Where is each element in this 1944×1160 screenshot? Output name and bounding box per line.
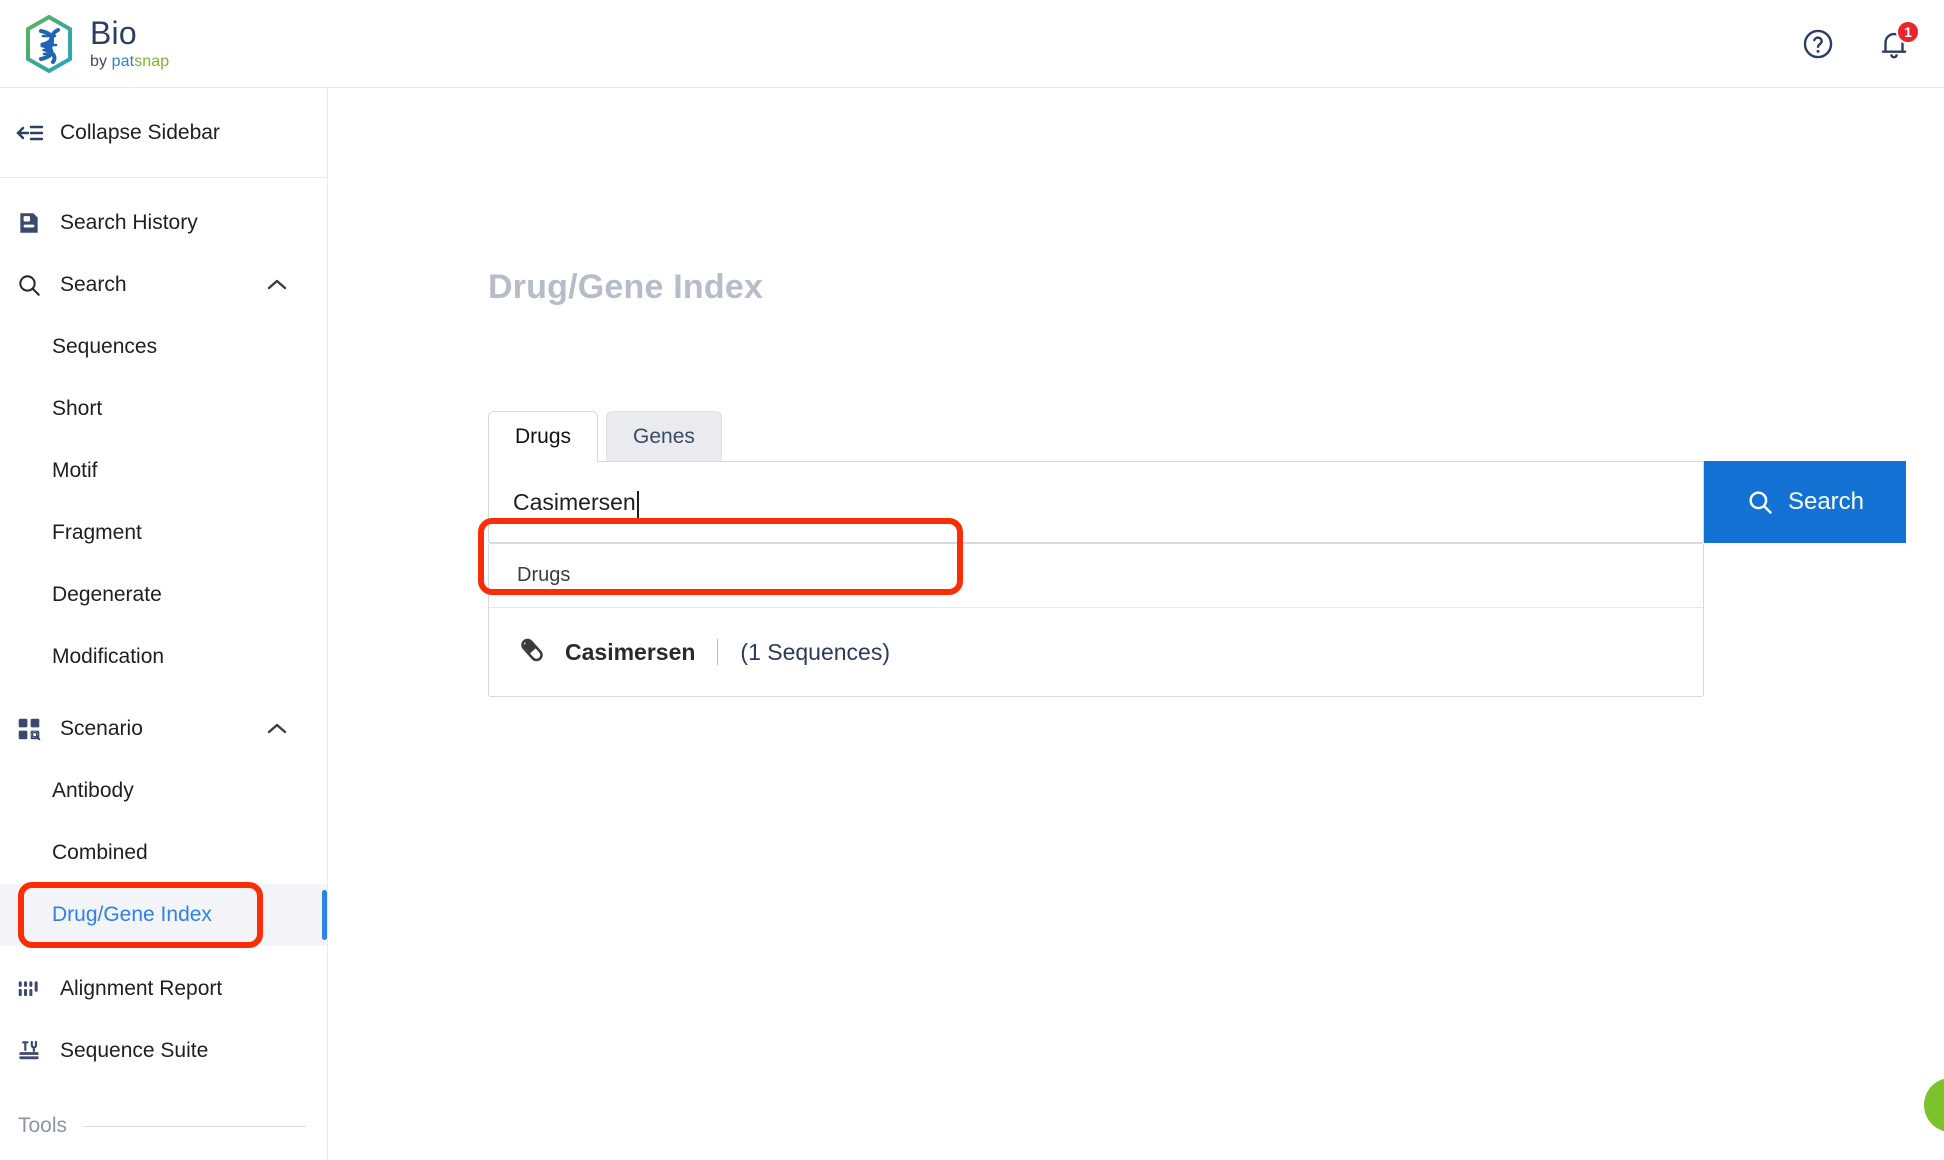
brand-text: Bio by patsnap — [90, 17, 169, 70]
help-circle-icon — [1803, 29, 1833, 58]
sidebar: Collapse Sidebar Search History Search S… — [0, 88, 328, 1160]
brand-by: by — [90, 53, 112, 70]
text-caret — [636, 491, 639, 519]
collapse-sidebar-icon — [14, 121, 44, 145]
chevron-up-icon[interactable] — [265, 721, 289, 737]
sidebar-item-label: Drug/Gene Index — [52, 903, 212, 926]
search-input-value: Casimersen — [513, 488, 636, 515]
sidebar-item-label: Degenerate — [52, 583, 162, 606]
sidebar-group-label: Scenario — [60, 717, 143, 740]
sidebar-group-scenario[interactable]: Scenario — [0, 698, 327, 760]
grid-search-icon — [14, 716, 44, 742]
sidebar-item-label: Short — [52, 397, 103, 420]
notification-badge: 1 — [1896, 19, 1920, 44]
top-bar: Bio by patsnap 1 — [0, 0, 1944, 88]
sidebar-group-label: Search — [60, 273, 127, 296]
sidebar-item-alignment-report[interactable]: Alignment Report — [0, 958, 327, 1020]
sidebar-item-label: Combined — [52, 841, 148, 864]
collapse-sidebar-label: Collapse Sidebar — [60, 120, 220, 144]
suggestion-name: Casimersen — [565, 638, 696, 665]
tools-section-divider: Tools — [0, 1114, 328, 1138]
sidebar-item-label: Antibody — [52, 779, 134, 802]
search-button-label: Search — [1787, 488, 1865, 515]
sidebar-item-antibody[interactable]: Antibody — [0, 760, 327, 822]
notifications-button[interactable]: 1 — [1874, 19, 1920, 64]
sidebar-item-label: Sequence Suite — [60, 1039, 209, 1062]
sidebar-item-short[interactable]: Short — [0, 378, 327, 440]
brand-pat: pat — [111, 53, 135, 70]
sidebar-item-search-history[interactable]: Search History — [0, 192, 327, 254]
sidebar-item-motif[interactable]: Motif — [0, 440, 327, 502]
suggestions-dropdown: Drugs Casimersen (1 Sequences) — [488, 543, 1704, 697]
pill-capsule-icon — [517, 635, 547, 670]
sidebar-item-label: Alignment Report — [60, 977, 223, 1000]
toolbox-icon — [14, 1038, 44, 1064]
sidebar-nav: Search History Search Sequences Short Mo… — [0, 178, 327, 1082]
chevron-up-icon[interactable] — [265, 277, 289, 293]
sidebar-item-sequences[interactable]: Sequences — [0, 316, 327, 378]
sidebar-item-sequence-suite[interactable]: Sequence Suite — [0, 1020, 327, 1082]
tools-label: Tools — [18, 1114, 68, 1137]
search-input[interactable]: Casimersen — [488, 461, 1704, 543]
tab-drugs[interactable]: Drugs — [488, 411, 599, 462]
magnifier-icon — [14, 272, 44, 298]
search-icon — [1749, 491, 1772, 514]
brand-logo-block[interactable]: Bio by patsnap — [22, 14, 169, 74]
sidebar-item-drug-gene-index[interactable]: Drug/Gene Index — [0, 884, 327, 946]
chat-widget-bubble[interactable] — [1924, 1078, 1944, 1132]
sidebar-item-degenerate[interactable]: Degenerate — [0, 564, 327, 626]
tab-bar: Drugs Genes — [488, 411, 722, 462]
collapse-sidebar-button[interactable]: Collapse Sidebar — [0, 88, 327, 178]
sidebar-item-label: Fragment — [52, 521, 142, 544]
tab-genes[interactable]: Genes — [606, 411, 722, 461]
brand-subtitle: by patsnap — [90, 54, 169, 70]
sidebar-item-label: Modification — [52, 645, 165, 668]
suggestion-separator — [717, 639, 719, 665]
search-row: Casimersen Search — [488, 461, 1906, 543]
dna-hexagon-logo-icon — [26, 14, 72, 73]
tab-label: Genes — [633, 424, 695, 448]
topbar-actions: 1 — [1798, 19, 1920, 64]
sidebar-item-modification[interactable]: Modification — [0, 626, 327, 688]
suggestions-group-label: Drugs — [489, 544, 1703, 608]
suggestion-count: (1 Sequences) — [740, 638, 891, 665]
search-button[interactable]: Search — [1704, 461, 1906, 543]
brand-title: Bio — [90, 15, 137, 51]
sidebar-item-fragment[interactable]: Fragment — [0, 502, 327, 564]
sidebar-item-combined[interactable]: Combined — [0, 822, 327, 884]
help-button[interactable] — [1798, 24, 1838, 64]
tools-divider-line — [83, 1125, 306, 1127]
page-title: Drug/Gene Index — [488, 268, 764, 306]
sidebar-group-search[interactable]: Search — [0, 254, 327, 316]
sidebar-item-label: Sequences — [52, 335, 158, 358]
tab-label: Drugs — [515, 425, 572, 448]
brand-snap: snap — [134, 53, 170, 70]
saved-search-icon — [14, 210, 44, 236]
suggestion-item-casimersen[interactable]: Casimersen (1 Sequences) — [489, 608, 1703, 696]
alignment-bars-icon — [14, 976, 44, 1002]
sidebar-item-label: Search History — [60, 211, 198, 234]
sidebar-item-label: Motif — [52, 459, 98, 482]
main-content: Drug/Gene Index Drugs Genes Casimersen S… — [328, 88, 1944, 1160]
